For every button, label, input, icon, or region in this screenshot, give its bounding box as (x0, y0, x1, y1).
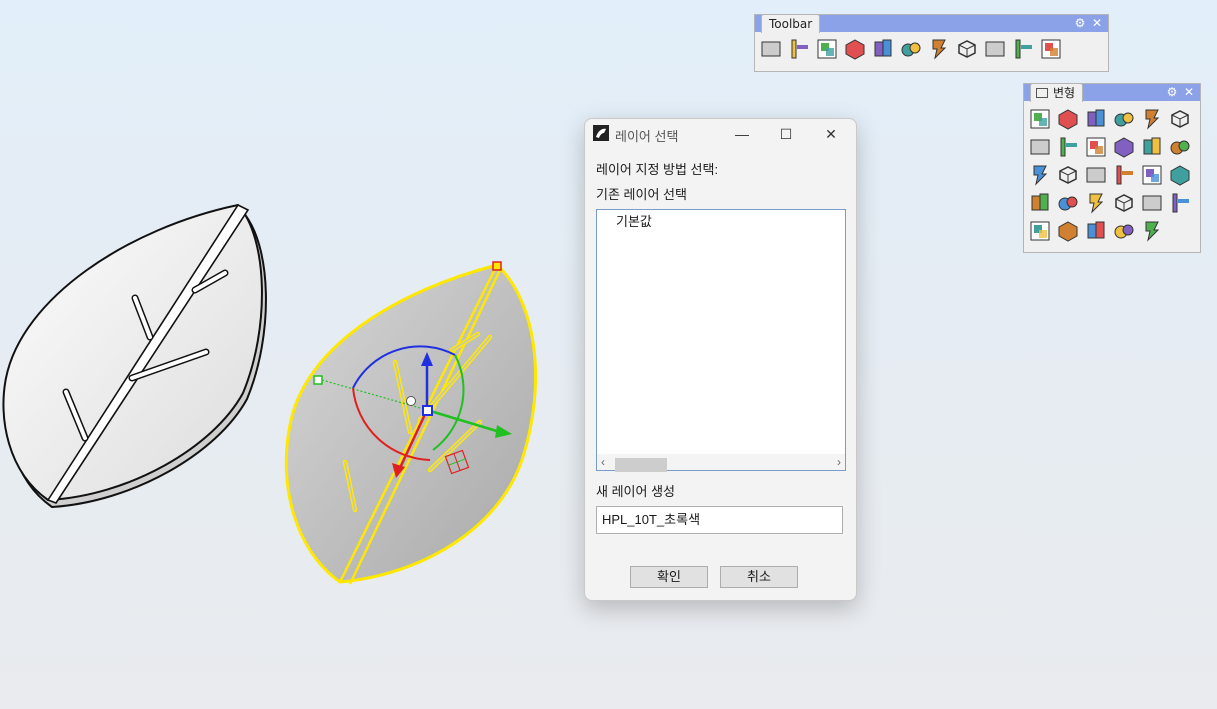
folder-icon[interactable] (983, 37, 1007, 61)
red-arrow-icon[interactable] (1140, 219, 1164, 243)
layer-select-dialog: 레이어 선택 — ☐ ✕ 레이어 지정 방법 선택: 기존 레이어 선택 기본값… (584, 118, 857, 601)
method-label: 레이어 지정 방법 선택: (596, 162, 719, 177)
taper-icon[interactable] (1084, 191, 1108, 215)
box-icon[interactable] (759, 37, 783, 61)
dialog-title: 레이어 선택 (615, 129, 679, 144)
find-binoculars-icon[interactable] (899, 37, 923, 61)
scroll-left-icon[interactable]: ‹ (601, 454, 605, 470)
transform-tab-icon (1036, 88, 1048, 98)
dialog-titlebar[interactable]: 레이어 선택 — ☐ ✕ (585, 119, 856, 149)
smooth-icon[interactable] (1112, 191, 1136, 215)
new-layer-label: 새 레이어 생성 (596, 484, 675, 499)
move-uvn-icon[interactable] (1028, 163, 1052, 187)
rhino-app-icon (593, 125, 609, 141)
polar-array-icon[interactable] (1084, 163, 1108, 187)
scroll-right-icon[interactable]: › (837, 454, 841, 470)
orient-icon[interactable] (1056, 135, 1080, 159)
transform-toolbar: 변형 ⚙ ✕ (1023, 83, 1201, 253)
leaf-left[interactable] (2, 203, 267, 509)
rotate-icon[interactable] (1084, 107, 1108, 131)
box-edit-icon[interactable] (1168, 107, 1192, 131)
close-icon[interactable]: ✕ (1181, 84, 1197, 101)
notepad-icon[interactable] (1011, 37, 1035, 61)
close-icon[interactable]: ✕ (1089, 15, 1105, 32)
red-bolt-icon[interactable] (927, 37, 951, 61)
grid-array-icon[interactable] (1056, 163, 1080, 187)
shear-icon[interactable] (1168, 135, 1192, 159)
project-icon[interactable] (1140, 135, 1164, 159)
scale-icon[interactable] (1140, 107, 1164, 131)
layer-listbox[interactable]: 기본값 ‹ › (596, 209, 846, 472)
minimize-button[interactable]: — (728, 123, 756, 145)
keep-icon[interactable] (1084, 219, 1108, 243)
layer-list-item[interactable]: 기본값 (616, 211, 652, 230)
bend-icon[interactable] (1056, 191, 1080, 215)
layer-panel-icon[interactable] (815, 37, 839, 61)
sphere-align-icon[interactable] (1084, 135, 1108, 159)
gear-icon[interactable]: ⚙ (1164, 84, 1180, 101)
render-sphere-icon[interactable] (1039, 37, 1063, 61)
flatten-icon[interactable] (1140, 191, 1164, 215)
stretch-icon[interactable] (1168, 163, 1192, 187)
cage-edit-icon[interactable] (1028, 219, 1052, 243)
transform-toolbar-tab[interactable]: 변형 (1030, 83, 1084, 102)
copy-icon[interactable] (1056, 107, 1080, 131)
mirror-icon[interactable] (1028, 135, 1052, 159)
toolbar-header[interactable]: Toolbar ⚙ ✕ (755, 14, 1108, 33)
copy-layers-icon[interactable] (871, 37, 895, 61)
maximize-button[interactable]: ☐ (772, 123, 800, 145)
leaf-selected[interactable] (284, 261, 538, 585)
flow-icon[interactable] (1112, 163, 1136, 187)
existing-layer-label: 기존 레이어 선택 (596, 187, 687, 202)
viewport[interactable]: Toolbar ⚙ ✕ 변형 ⚙ ✕ 레이어 선택 — ☐ ✕ 레이어 지정 방… (0, 0, 1217, 709)
wave-icon[interactable] (1168, 191, 1192, 215)
array-icon[interactable] (1112, 107, 1136, 131)
move-icon[interactable] (1028, 107, 1052, 131)
cylinder-icon[interactable] (1056, 219, 1080, 243)
close-button[interactable]: ✕ (817, 123, 845, 145)
ok-button[interactable]: 확인 (630, 566, 708, 588)
transform-button-grid (1024, 101, 1200, 247)
horizontal-scrollbar[interactable]: ‹ › (597, 454, 845, 472)
new-layer-input[interactable]: HPL_10T_초록색 (596, 506, 843, 534)
export-cube-icon[interactable] (955, 37, 979, 61)
pipe-icon[interactable] (1140, 163, 1164, 187)
point-lift-icon[interactable] (1112, 219, 1136, 243)
solid-box-icon[interactable] (843, 37, 867, 61)
scrollbar-thumb[interactable] (615, 458, 667, 472)
toolbar-button-row (755, 32, 1108, 61)
gear-icon[interactable]: ⚙ (1072, 15, 1088, 32)
transform-toolbar-header[interactable]: 변형 ⚙ ✕ (1024, 83, 1200, 102)
toolbar-floating: Toolbar ⚙ ✕ (754, 14, 1109, 72)
set-point-icon[interactable] (1112, 135, 1136, 159)
dimension-icon[interactable] (787, 37, 811, 61)
toolbar-tab[interactable]: Toolbar (761, 14, 821, 33)
transform-tab-label: 변형 (1053, 86, 1076, 100)
cancel-button[interactable]: 취소 (720, 566, 798, 588)
twist-icon[interactable] (1028, 191, 1052, 215)
